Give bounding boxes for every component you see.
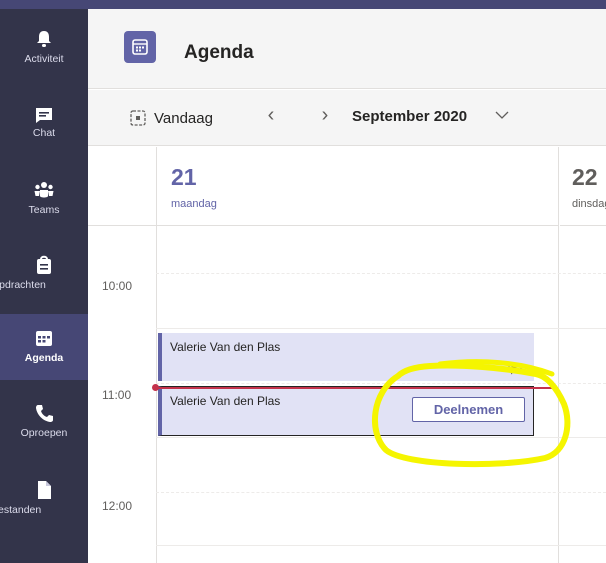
previous-week-button[interactable]: ‹ — [262, 102, 280, 128]
hour-line — [156, 545, 606, 546]
rail-item-label: Agenda — [24, 352, 64, 364]
half-hour-line — [156, 383, 606, 384]
agenda-app-icon — [124, 31, 156, 63]
rail-item-bestanden[interactable]: Bestanden — [0, 466, 88, 532]
calendar-icon — [132, 39, 148, 55]
time-gutter-header — [88, 147, 156, 226]
window-top-strip — [0, 0, 606, 9]
time-label: 11:00 — [102, 388, 132, 402]
column-divider — [156, 147, 157, 563]
half-hour-line — [156, 492, 606, 493]
calendar-grid: 21 maandag 22 dinsdag 10:00 11:00 12:00 … — [88, 147, 606, 563]
hour-line — [156, 328, 606, 329]
calendar-event[interactable]: Valerie Van den Plas — [158, 333, 534, 381]
half-hour-line — [156, 273, 606, 274]
chat-icon — [36, 108, 52, 123]
rail-item-label: Activiteit — [24, 53, 64, 65]
assignments-icon — [37, 255, 51, 274]
rail-item-chat[interactable]: Chat — [0, 91, 88, 157]
day-number: 22 — [572, 164, 598, 190]
today-icon — [130, 110, 146, 126]
rail-item-label: Chat — [32, 127, 56, 139]
page-title: Agenda — [184, 42, 254, 63]
column-divider — [558, 147, 559, 563]
current-time-dot — [152, 384, 159, 391]
rail-item-oproepen[interactable]: Oproepen — [0, 389, 88, 455]
meeting-chat-icon — [508, 363, 522, 375]
day-header-tuesday[interactable]: 22 dinsdag — [560, 147, 606, 226]
current-time-line — [156, 387, 558, 389]
rail-item-label: Bestanden — [0, 504, 42, 516]
teams-icon — [34, 182, 54, 198]
rail-item-label: Teams — [28, 204, 60, 216]
month-picker[interactable]: September 2020 — [352, 108, 467, 125]
join-meeting-button[interactable]: Deelnemen — [412, 397, 525, 422]
file-icon — [38, 481, 51, 499]
calendar-event-selected[interactable]: Valerie Van den Plas Deelnemen — [158, 386, 534, 436]
phone-icon — [36, 405, 53, 422]
event-title: Valerie Van den Plas — [170, 340, 281, 354]
time-label: 10:00 — [102, 279, 133, 293]
chevron-down-icon[interactable] — [494, 106, 510, 124]
calendar-toolbar: Vandaag ‹ › September 2020 — [88, 90, 606, 146]
day-name: dinsdag — [572, 198, 606, 210]
calendar-icon — [36, 331, 52, 346]
rail-item-agenda[interactable]: Agenda — [0, 314, 88, 380]
day-name: maandag — [171, 198, 217, 210]
rail-item-teams[interactable]: Teams — [0, 166, 88, 232]
rail-item-label: Oproepen — [20, 427, 68, 439]
day-number: 21 — [171, 164, 197, 190]
rail-item-label: Opdrachten — [0, 279, 46, 291]
today-label: Vandaag — [154, 110, 213, 127]
app-rail: Activiteit Chat Teams Opdrachten — [0, 9, 88, 563]
rail-item-activiteit[interactable]: Activiteit — [0, 15, 88, 81]
event-title: Valerie Van den Plas — [170, 394, 281, 408]
hour-line — [156, 437, 606, 438]
rail-item-opdrachten[interactable]: Opdrachten — [0, 241, 88, 307]
app-header: Agenda — [88, 9, 606, 89]
bell-icon — [37, 31, 51, 47]
next-week-button[interactable]: › — [316, 102, 334, 128]
day-header-monday[interactable]: 21 maandag — [156, 147, 559, 226]
time-label: 12:00 — [102, 499, 133, 513]
